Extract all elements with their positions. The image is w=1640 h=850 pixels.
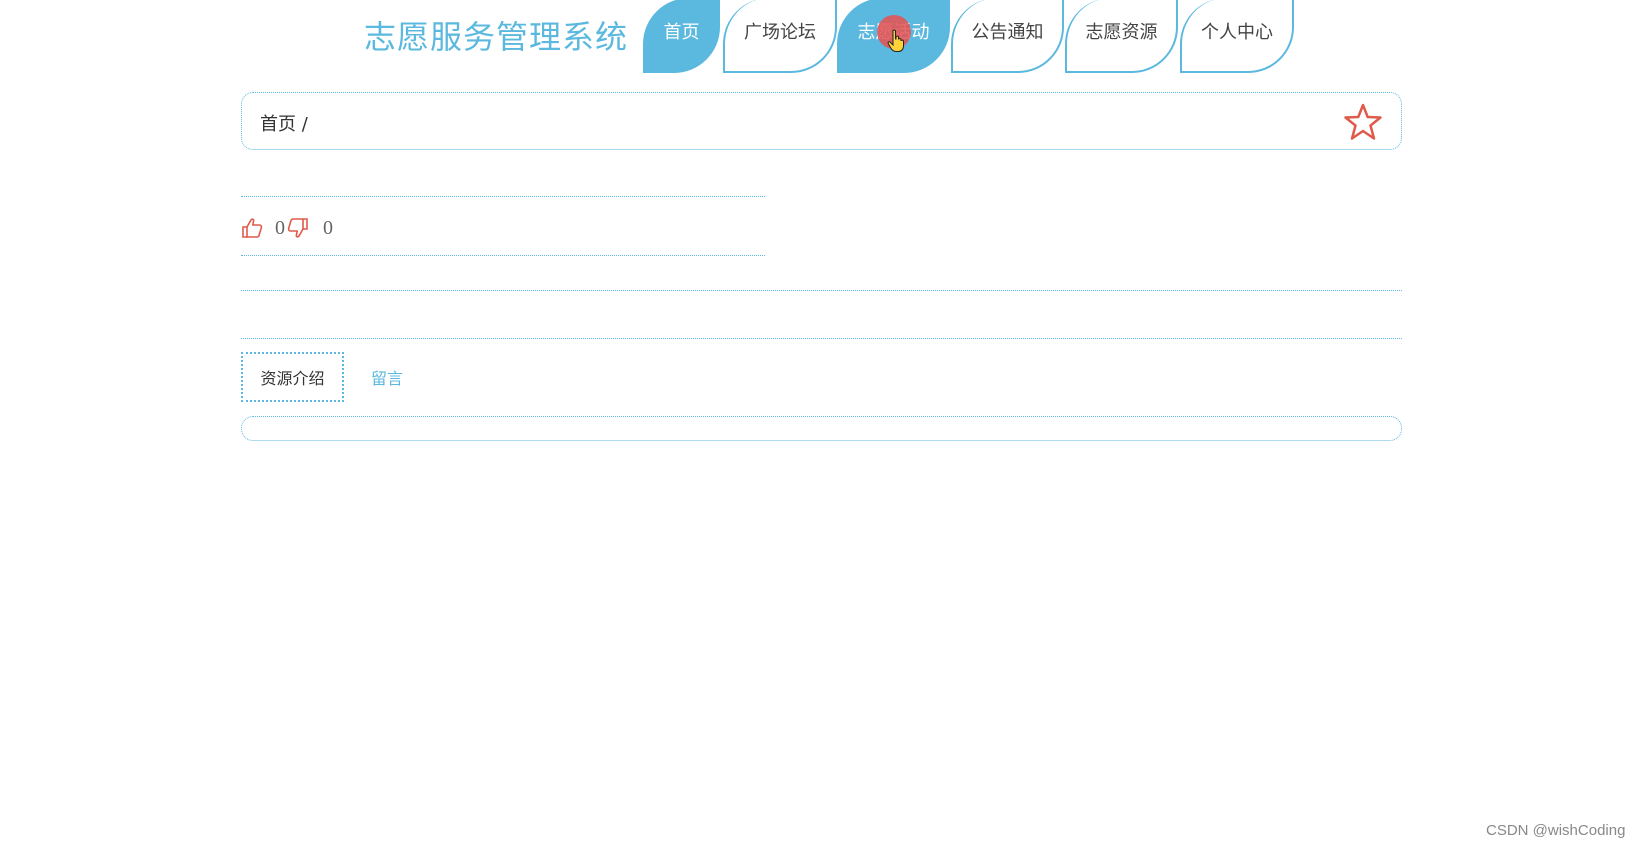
nav-tab-notices[interactable]: 公告通知	[951, 0, 1064, 73]
thumbs-up-icon[interactable]	[241, 217, 263, 239]
divider-line	[241, 290, 1402, 291]
like-count: 0	[275, 216, 285, 239]
site-title: 志愿服务管理系统	[364, 18, 629, 56]
divider-line	[241, 196, 765, 197]
vote-row: 0 0	[241, 213, 333, 243]
nav-tab-home[interactable]: 首页	[643, 0, 720, 73]
nav-tab-personal-center[interactable]: 个人中心	[1180, 0, 1294, 73]
tab-resource-intro[interactable]: 资源介绍	[241, 352, 344, 402]
divider-line	[241, 338, 1402, 339]
nav-tab-forum[interactable]: 广场论坛	[723, 0, 837, 73]
tab-content-panel	[241, 416, 1402, 441]
divider-line	[241, 255, 765, 256]
breadcrumb: 首页 /	[241, 92, 1402, 150]
dislike-count: 0	[323, 216, 333, 239]
breadcrumb-text[interactable]: 首页 /	[260, 110, 308, 136]
star-icon[interactable]	[1343, 102, 1383, 142]
nav-tab-resources[interactable]: 志愿资源	[1065, 0, 1178, 73]
tab-comments[interactable]: 留言	[362, 352, 412, 402]
watermark: CSDN @wishCoding	[1486, 822, 1626, 839]
nav-tab-activities[interactable]: 志愿活动	[837, 0, 950, 73]
page: 志愿服务管理系统 首页 广场论坛 志愿活动 公告通知 志愿资源 个人中心 首页 …	[0, 0, 1640, 850]
thumbs-down-icon[interactable]	[287, 217, 309, 239]
